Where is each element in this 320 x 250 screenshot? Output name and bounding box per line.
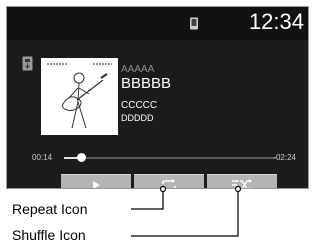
shuffle-icon-callout: Shuffle Icon xyxy=(12,227,86,243)
repeat-icon-callout: Repeat Icon xyxy=(12,201,88,217)
